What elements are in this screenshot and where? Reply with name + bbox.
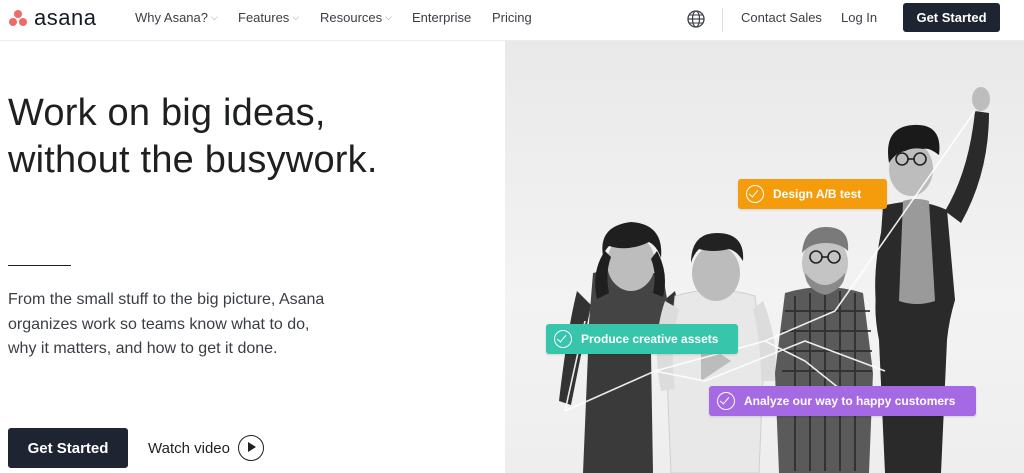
hero-title: Work on big ideas, without the busywork. <box>8 90 378 184</box>
task-tag-design-ab-test: Design A/B test <box>738 179 887 209</box>
log-in-link[interactable]: Log In <box>841 10 877 25</box>
task-tag-label: Analyze our way to happy customers <box>744 394 956 408</box>
nav-resources[interactable]: Resources ⌵ <box>320 10 392 25</box>
nav-pricing-label: Pricing <box>492 10 532 25</box>
contact-sales-link[interactable]: Contact Sales <box>741 10 822 25</box>
nav-get-started-button[interactable]: Get Started <box>903 3 1000 32</box>
nav-features-label: Features <box>238 10 290 25</box>
asana-wordmark: asana <box>34 5 97 30</box>
hero-title-line2: without the busywork. <box>8 139 378 181</box>
hero-image: Design A/B test Produce creative assets … <box>505 41 1024 473</box>
nav-resources-label: Resources <box>320 10 383 25</box>
contact-sales-label: Contact Sales <box>741 10 822 25</box>
asana-logo[interactable]: asana <box>8 5 96 31</box>
nav-why-asana-label: Why Asana? <box>135 10 208 25</box>
check-circle-icon <box>717 392 735 410</box>
hero-title-line1: Work on big ideas, <box>8 92 326 134</box>
nav-pricing[interactable]: Pricing <box>492 10 532 25</box>
check-circle-icon <box>746 185 764 203</box>
chevron-down-icon: ⌵ <box>211 12 218 22</box>
task-tag-produce-creative-assets: Produce creative assets <box>546 324 738 354</box>
nav-why-asana[interactable]: Why Asana? ⌵ <box>135 10 218 25</box>
nav-divider <box>722 8 723 32</box>
chevron-down-icon: ⌵ <box>292 12 300 22</box>
check-circle-icon <box>554 330 572 348</box>
hero-get-started-button[interactable]: Get Started <box>8 428 128 468</box>
task-tag-analyze-customers: Analyze our way to happy customers <box>709 386 976 416</box>
hero-divider <box>8 265 71 266</box>
watch-video-button[interactable]: Watch video <box>148 433 264 463</box>
asana-logo-icon <box>8 9 28 27</box>
task-tag-label: Produce creative assets <box>581 332 719 346</box>
chevron-down-icon: ⌵ <box>385 12 392 22</box>
watch-video-label: Watch video <box>148 439 230 457</box>
play-icon <box>237 435 264 461</box>
nav-enterprise-label: Enterprise <box>412 10 472 25</box>
top-navigation: asana Why Asana? ⌵ Features ⌵ Resources … <box>0 0 1024 41</box>
nav-enterprise[interactable]: Enterprise <box>412 10 471 25</box>
task-tag-label: Design A/B test <box>773 187 862 201</box>
hero-description: From the small stuff to the big picture,… <box>8 291 325 357</box>
globe-icon[interactable] <box>686 9 706 29</box>
nav-features[interactable]: Features ⌵ <box>238 10 299 25</box>
log-in-label: Log In <box>841 10 878 25</box>
